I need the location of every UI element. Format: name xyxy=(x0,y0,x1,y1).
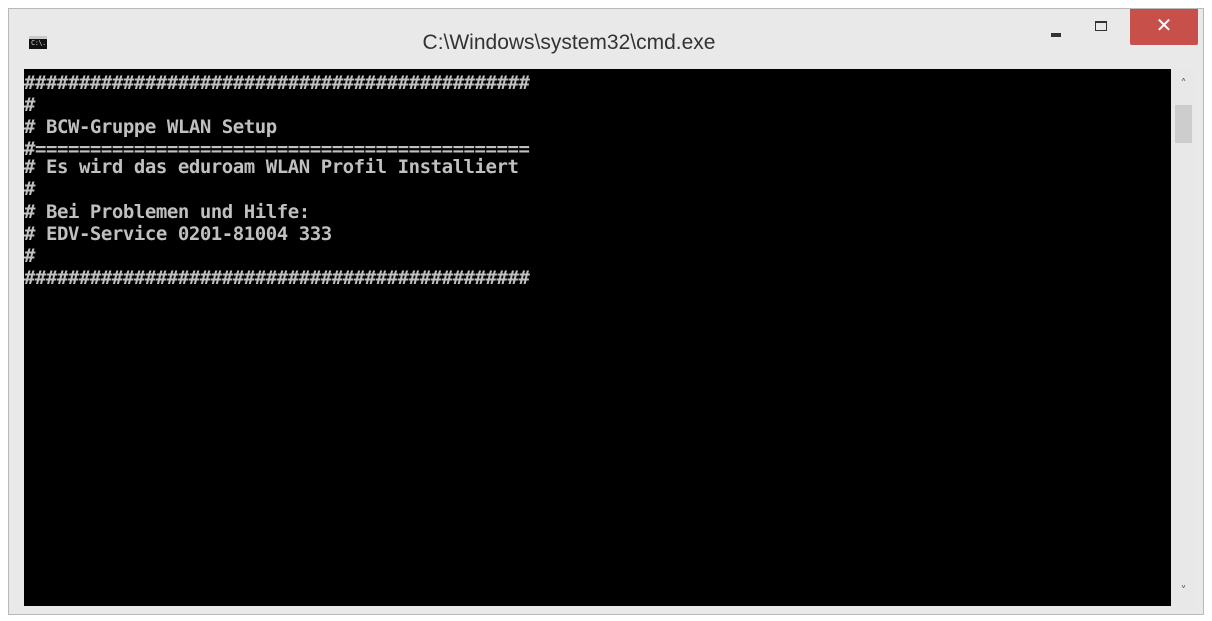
cmd-window: C:\. C:\Windows\system32\cmd.exe ✕ #####… xyxy=(8,8,1204,615)
minimize-button[interactable] xyxy=(1032,9,1082,43)
console-line: # Es wird das eduroam WLAN Profil Instal… xyxy=(24,156,519,178)
console-line: # xyxy=(24,94,35,116)
console-output[interactable]: ########################################… xyxy=(24,69,1171,606)
console-line: ########################################… xyxy=(24,72,530,94)
close-icon: ✕ xyxy=(1155,13,1173,37)
close-button[interactable]: ✕ xyxy=(1130,9,1198,45)
console-line: ########################################… xyxy=(24,267,530,289)
console-line: # BCW-Gruppe WLAN Setup xyxy=(24,116,277,138)
console-line: # xyxy=(24,178,35,200)
console-line: # xyxy=(24,245,35,267)
maximize-button[interactable] xyxy=(1084,9,1126,43)
vertical-scrollbar[interactable]: ˄ ˅ xyxy=(1171,69,1196,606)
scroll-down-arrow-icon[interactable]: ˅ xyxy=(1171,580,1196,602)
window-title: C:\Windows\system32\cmd.exe xyxy=(422,31,716,54)
title-bar[interactable]: C:\. C:\Windows\system32\cmd.exe ✕ xyxy=(9,9,1203,69)
scroll-thumb[interactable] xyxy=(1175,105,1192,143)
console-line: # EDV-Service 0201-81004 333 xyxy=(24,223,332,245)
console-line: # Bei Problemen und Hilfe: xyxy=(24,201,310,223)
scroll-up-arrow-icon[interactable]: ˄ xyxy=(1171,73,1196,95)
